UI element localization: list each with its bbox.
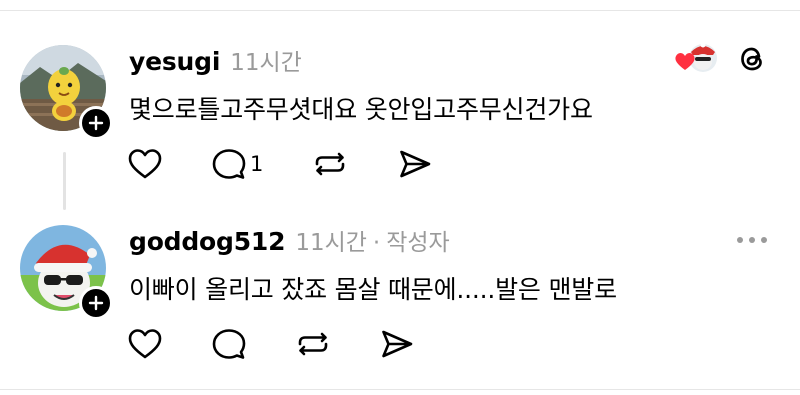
username[interactable]: yesugi [129, 47, 220, 76]
share-button[interactable] [380, 328, 414, 360]
username[interactable]: goddog512 [129, 227, 286, 256]
share-button[interactable] [398, 148, 432, 180]
reply-count: 1 [250, 152, 264, 176]
follow-button-goddog512[interactable] [79, 286, 113, 320]
threads-logo-icon [741, 47, 762, 71]
more-dots-icon [737, 237, 743, 243]
repost-icon [298, 332, 328, 356]
follow-button-yesugi[interactable] [79, 106, 113, 140]
repost-button[interactable] [313, 148, 347, 180]
timestamp: 11시간 [230, 50, 302, 76]
comment-icon [212, 149, 246, 179]
thread-connector-line [63, 152, 66, 210]
reply-button[interactable]: 1 [212, 148, 263, 180]
more-options-button[interactable] [737, 237, 767, 243]
heart-icon [128, 149, 162, 179]
heart-icon [128, 329, 162, 359]
repost-button[interactable] [296, 328, 330, 360]
liked-by-author-indicator[interactable] [673, 42, 719, 76]
like-button[interactable] [128, 328, 162, 360]
comment-text: 이빠이 올리고 잤죠 몸살 때문에.....발은 맨발로 [129, 275, 617, 304]
send-icon [382, 330, 413, 358]
bottom-divider [0, 389, 800, 390]
timestamp: 11시간 [295, 230, 367, 256]
comment-2-header: goddog512 11시간 · 작성자 [129, 223, 450, 257]
plus-icon [88, 295, 104, 311]
author-tag: 작성자 [386, 230, 450, 256]
reply-button[interactable] [212, 328, 246, 360]
comment-1-header: yesugi 11시간 [129, 43, 302, 77]
meta-separator: · [372, 230, 381, 256]
comment-icon [212, 329, 246, 359]
author-like-heart-icon [675, 42, 717, 72]
threads-logo-button[interactable] [737, 44, 767, 78]
plus-icon [88, 115, 104, 131]
top-divider [0, 10, 800, 11]
send-icon [400, 150, 431, 178]
like-button[interactable] [128, 148, 162, 180]
comment-text: 몇으로틀고주무셧대요 옷안입고주무신건가요 [129, 95, 593, 124]
repost-icon [315, 152, 345, 176]
